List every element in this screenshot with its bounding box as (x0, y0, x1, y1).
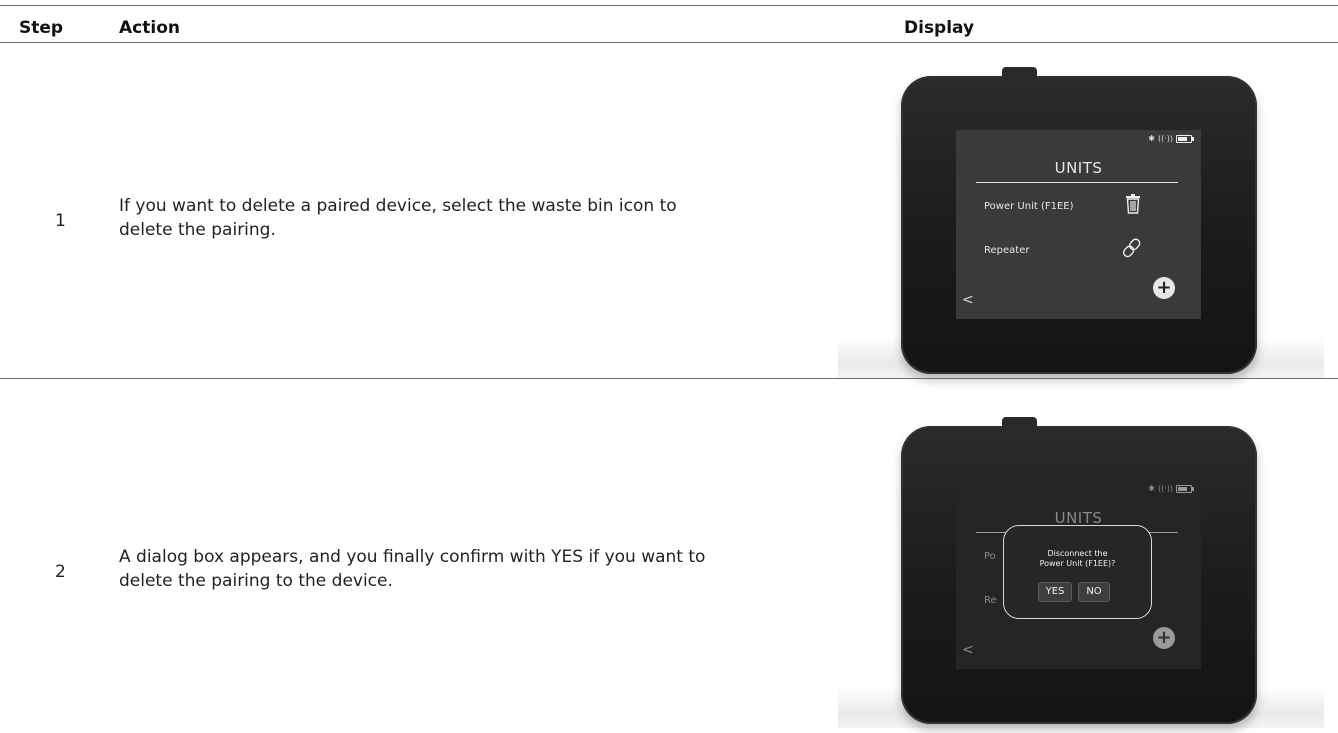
list-item-power-unit[interactable]: Power Unit (F1EE) (984, 201, 1074, 212)
trash-icon[interactable] (1125, 194, 1141, 219)
header-display: Display (904, 18, 975, 38)
row2-device-image: ✱ ((·)) UNITS Po Re + < Disconnect the P… (838, 417, 1324, 728)
device-screen: ✱ ((·)) UNITS Po Re + < Disconnect the P… (956, 480, 1201, 669)
no-button[interactable]: NO (1078, 582, 1110, 602)
confirm-dialog: Disconnect the Power Unit (F1EE)? YES NO (1003, 525, 1152, 619)
battery-icon (1176, 484, 1194, 493)
status-bar: ✱ ((·)) (1148, 484, 1194, 493)
dialog-line-1: Disconnect the (1047, 549, 1108, 558)
add-button: + (1153, 627, 1175, 649)
header-action: Action (119, 18, 180, 38)
device-button (1002, 417, 1037, 429)
device-screen: ✱ ((·)) UNITS Power Unit (F1EE) Repeater… (956, 130, 1201, 319)
header-step: Step (19, 18, 64, 38)
row1-action-text: If you want to delete a paired device, s… (119, 196, 677, 240)
list-item-repeater: Re (984, 595, 997, 606)
device-body: ✱ ((·)) UNITS Po Re + < Disconnect the P… (901, 417, 1257, 724)
row-divider (0, 378, 1338, 379)
bluetooth-icon: ✱ (1148, 134, 1155, 143)
table-top-rule (0, 5, 1338, 6)
bluetooth-icon: ✱ (1148, 484, 1155, 493)
battery-icon (1176, 134, 1194, 143)
list-item-power-unit: Po (984, 551, 996, 562)
row2-action-text: A dialog box appears, and you finally co… (119, 547, 706, 591)
row1-device-image: ✱ ((·)) UNITS Power Unit (F1EE) Repeater… (838, 67, 1324, 378)
dialog-line-2: Power Unit (F1EE)? (1039, 559, 1116, 568)
signal-icon: ((·)) (1157, 484, 1173, 493)
dialog-message: Disconnect the Power Unit (F1EE)? (1004, 549, 1151, 569)
yes-button[interactable]: YES (1038, 582, 1072, 602)
status-bar: ✱ ((·)) (1148, 134, 1194, 143)
list-item-repeater[interactable]: Repeater (984, 245, 1029, 256)
header-rule (0, 42, 1338, 43)
device-body: ✱ ((·)) UNITS Power Unit (F1EE) Repeater… (901, 67, 1257, 374)
signal-icon: ((·)) (1157, 134, 1173, 143)
add-button[interactable]: + (1153, 277, 1175, 299)
row2-step-number: 2 (55, 562, 66, 582)
back-button: < (962, 642, 974, 658)
back-button[interactable]: < (962, 292, 974, 308)
screen-title: UNITS (1054, 159, 1103, 177)
title-underline (976, 182, 1178, 183)
row1-step-number: 1 (55, 211, 66, 231)
link-icon[interactable] (1122, 238, 1142, 263)
device-button (1002, 67, 1037, 79)
